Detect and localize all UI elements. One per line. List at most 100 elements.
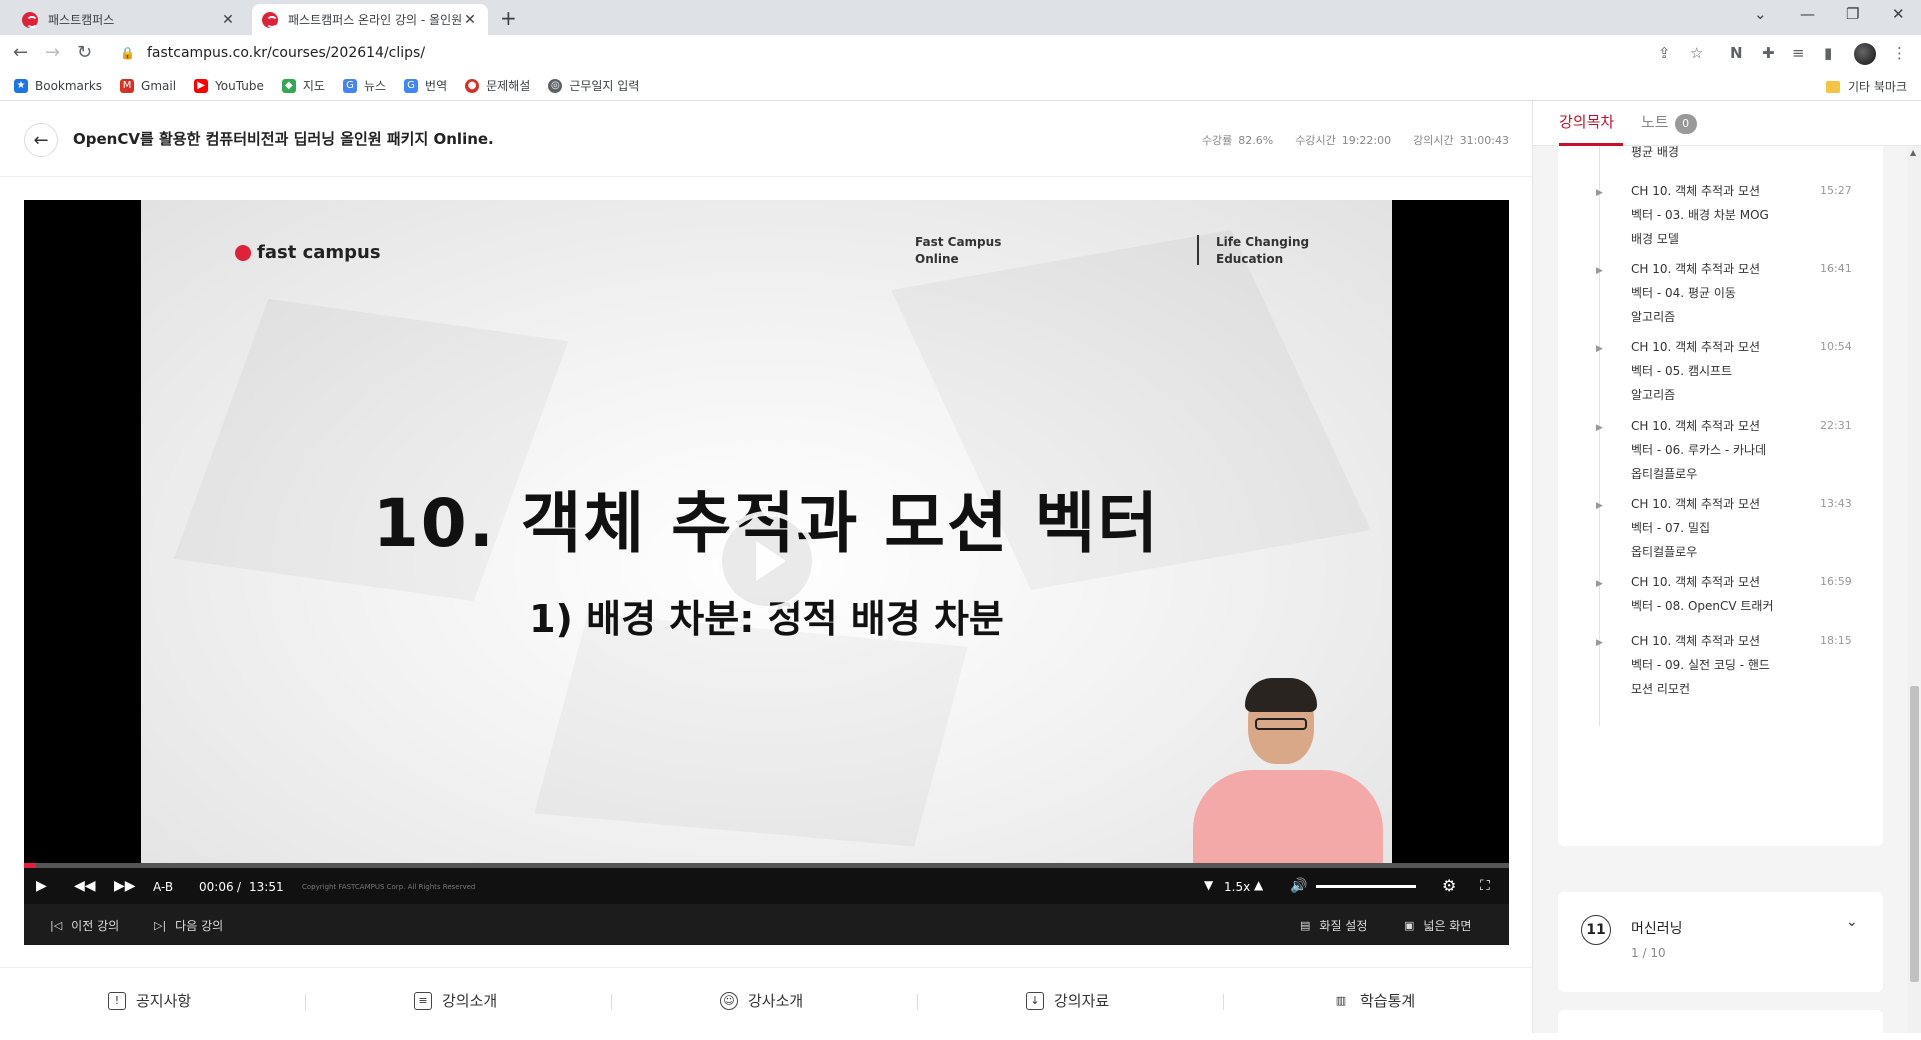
next-lecture-button[interactable]: ▷| 다음 강의 [154,917,223,934]
star-icon: ★ [14,78,28,93]
bookmark-label: 번역 [425,79,448,93]
share-icon[interactable]: ⇪ [1658,44,1671,62]
bookmark-site-icon: ● [465,78,480,93]
tab-instructor[interactable]: ☺ 강사소개 [720,990,803,1011]
reload-icon[interactable]: ↻ [77,42,92,63]
new-tab-button[interactable]: + [500,6,517,30]
window-close-icon[interactable]: ✕ [1892,5,1905,23]
chevron-down-icon[interactable]: ⌄ [1846,914,1858,930]
curriculum-sidebar: 강의목차 노트 0 평균 배경 ▶ CH 10. 객체 추적과 모션 벡터 - 03… [1532,101,1921,1040]
browser-tab-active[interactable]: 패스트캠퍼스 온라인 강의 - 올인원 ✕ [252,4,488,35]
bookmark-item[interactable]: G 뉴스 [342,77,387,94]
speed-up-icon[interactable]: ▲ [1254,878,1263,892]
tab-course-intro[interactable]: ≡ 강의소개 [414,990,497,1011]
play-arrow-icon: ▶ [1596,344,1603,354]
video-player[interactable]: fast campus Fast Campus Online Life Chang… [24,200,1509,945]
extension-n-icon[interactable]: N [1730,44,1743,62]
quality-icon: ▤ [1300,919,1311,932]
bookmark-star-icon[interactable]: ☆ [1690,44,1703,62]
clip-title: CH 10. 객체 추적과 모션 벡터 - 05. 캠시프트 알고리즘 [1631,340,1761,402]
course-bottom-nav: ! 공지사항 ≡ 강의소개 ☺ 강사소개 ↓ 강의자료 ▥ 학습통계 [0,967,1532,1033]
tab-curriculum[interactable]: 강의목차 [1559,111,1624,146]
browser-tab-strip: 패스트캠퍼스 ✕ 패스트캠퍼스 온라인 강의 - 올인원 ✕ + ⌄ — ❐ ✕ [0,0,1921,35]
tab-materials[interactable]: ↓ 강의자료 [1026,990,1109,1011]
clip-duration: 22:31 [1820,419,1852,432]
wide-screen-button[interactable]: ▣ 넓은 화면 [1404,917,1471,934]
restore-icon[interactable]: ❐ [1846,5,1859,23]
chrome-menu-icon[interactable]: ⋮ [1892,44,1907,62]
course-header: ← OpenCV를 활용한 컴퓨터비전과 딥러닝 올인원 패키지 Online.… [0,101,1532,177]
bookmark-item[interactable]: ◎ 근무일지 입력 [548,77,639,94]
big-play-button[interactable] [717,511,817,611]
speed-down-icon[interactable]: ▼ [1204,878,1213,892]
volume-slider[interactable] [1316,885,1416,888]
presenter-video [1193,678,1383,863]
browser-tab[interactable]: 패스트캠퍼스 ✕ [12,4,246,35]
tab-notice[interactable]: ! 공지사항 [108,990,191,1011]
prev-lecture-button[interactable]: |◁ 이전 강의 [50,917,119,934]
maps-icon: ◆ [281,78,296,93]
chapter-number: 11 [1581,915,1611,945]
tab-title: 패스트캠퍼스 [48,13,115,27]
back-arrow-icon[interactable]: ← [13,42,28,63]
chapter-card[interactable]: 11 머신러닝 1 / 10 ⌄ [1558,892,1883,992]
bookmark-label: 뉴스 [363,79,387,93]
media-queue-icon[interactable]: ≡ [1792,44,1805,62]
fullscreen-icon[interactable]: ⛶ [1480,878,1490,894]
back-button[interactable]: ← [24,123,58,157]
clip-duration: 16:59 [1820,575,1852,588]
profile-avatar[interactable] [1854,43,1876,65]
volume-icon[interactable]: 🔊 [1290,878,1307,894]
minimize-icon[interactable]: — [1800,5,1815,23]
chapter-card[interactable] [1558,1010,1883,1040]
bookmark-item[interactable]: ◆ 지도 [281,77,325,94]
video-sub-controls: |◁ 이전 강의 ▷| 다음 강의 ▤ 화질 설정 ▣ 넓은 화면 [24,904,1509,945]
skip-previous-icon: |◁ [50,919,63,932]
clip-duration: 10:54 [1820,340,1852,353]
other-bookmarks[interactable]: 기타 북마크 [1825,78,1907,95]
fastcampus-logo: fast campus [235,242,381,263]
play-arrow-icon: ▶ [1596,423,1603,433]
bookmarks-bar: ★ Bookmarks M Gmail ▶ YouTube ◆ 지도 G 뉴스 G 번역 ●… [0,71,1921,101]
tab-search-icon[interactable]: ⌄ [1754,5,1767,23]
notice-icon: ! [108,991,126,1010]
fastcampus-favicon-icon [22,11,38,28]
settings-gear-icon[interactable]: ⚙ [1442,876,1456,895]
tab-notes[interactable]: 노트 0 [1641,111,1697,134]
time-separator: / [237,880,242,894]
scrollbar-thumb[interactable] [1910,686,1919,982]
bookmark-item[interactable]: ★ Bookmarks [14,78,103,93]
quality-settings-button[interactable]: ▤ 화질 설정 [1300,917,1367,934]
fastcampus-favicon-icon [262,11,278,28]
bookmark-item[interactable]: ● 문제해설 [465,77,530,94]
forward-arrow-icon[interactable]: → [45,42,60,63]
tab-close-icon[interactable]: ✕ [462,12,478,28]
tab-statistics[interactable]: ▥ 학습통계 [1332,990,1415,1011]
play-icon[interactable]: ▶ [36,878,47,894]
bookmark-item[interactable]: ▶ YouTube [194,78,264,93]
globe-icon: ◎ [548,78,563,93]
url-omnibox[interactable]: 🔒 fastcampus.co.kr/courses/202614/clips/ [108,39,1638,67]
tagline-divider [1197,235,1199,265]
folder-icon [1825,80,1840,93]
stat-progress: 수강률 82.6% [1201,134,1274,147]
clip-title: CH 10. 객체 추적과 모션 벡터 - 03. 배경 차분 MOG 배경 모델 [1631,184,1769,246]
rewind-icon[interactable]: ◀◀ [74,878,96,894]
fast-forward-icon[interactable]: ▶▶ [114,878,136,894]
play-arrow-icon: ▶ [1596,579,1603,589]
clip-title: CH 10. 객체 추적과 모션 벡터 - 08. OpenCV 트래커 [1631,575,1774,613]
lock-icon: 🔒 [120,46,135,60]
tab-close-icon[interactable]: ✕ [220,12,236,28]
ab-repeat-button[interactable]: A-B [153,880,173,894]
news-icon: G [342,78,357,93]
address-bar-row: ← → ↻ 🔒 fastcampus.co.kr/courses/202614/… [0,35,1921,71]
bookmark-item[interactable]: M Gmail [120,78,176,93]
side-panel-icon[interactable]: ▮ [1824,44,1832,62]
playback-speed[interactable]: 1.5x [1224,880,1250,894]
clip-duration: 16:41 [1820,262,1852,275]
bookmark-item[interactable]: G 번역 [404,77,447,94]
sidebar-scrollbar[interactable]: ▲ [1907,146,1921,1033]
notes-count-badge: 0 [1674,114,1697,134]
bookmark-label: Bookmarks [35,78,103,93]
extensions-puzzle-icon[interactable]: ✚ [1762,44,1775,62]
